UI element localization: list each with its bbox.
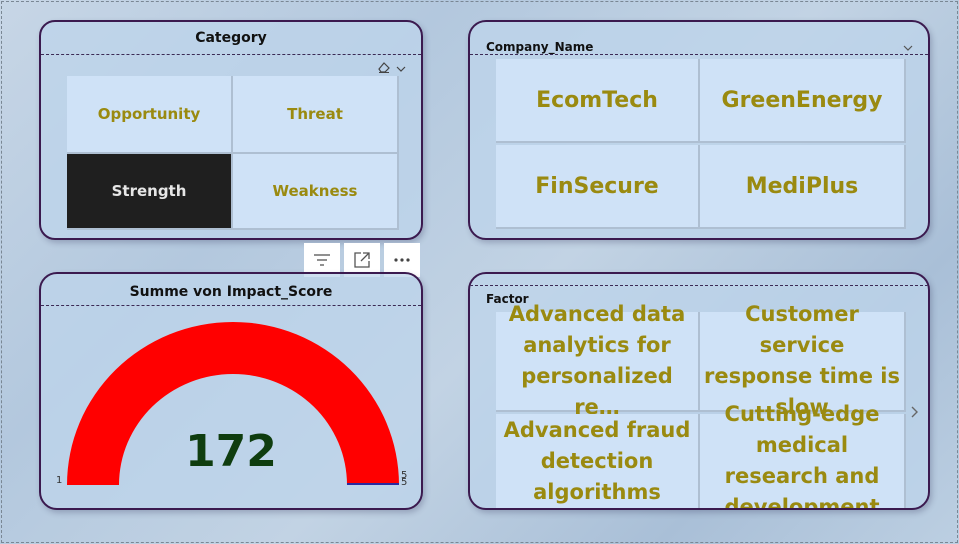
title-divider xyxy=(470,285,928,286)
category-item-opportunity[interactable]: Opportunity xyxy=(67,76,233,154)
factor-slicer: Factor Advanced data analytics for perso… xyxy=(468,272,930,510)
gauge-min-label: 1 xyxy=(56,475,63,486)
focus-mode-icon xyxy=(354,252,370,268)
eraser-icon[interactable] xyxy=(377,59,391,73)
gauge-max-label: 5 xyxy=(401,477,408,488)
company-item-label: EcomTech xyxy=(536,87,658,113)
factor-item-label: Cutting-edge medical research and develo… xyxy=(724,402,880,510)
category-item-strength[interactable]: Strength xyxy=(67,154,233,230)
category-title: Category xyxy=(195,30,267,46)
chevron-right-icon[interactable] xyxy=(908,404,920,418)
factor-item-3[interactable]: Advanced fraud detection algorithms xyxy=(496,414,700,508)
factor-item-label: Advanced fraud detection algorithms xyxy=(503,417,691,504)
impact-score-gauge: Summe von Impact_Score 172 1 5 5 xyxy=(39,272,423,510)
category-item-weakness[interactable]: Weakness xyxy=(233,154,399,230)
company-item-ecomtech[interactable]: EcomTech xyxy=(496,59,700,143)
title-divider xyxy=(41,54,421,55)
more-options-icon xyxy=(394,258,410,262)
company-item-label: FinSecure xyxy=(535,173,659,199)
company-item-mediplus[interactable]: MediPlus xyxy=(700,145,906,229)
title-divider xyxy=(470,54,928,55)
category-slicer: Category Opportunity Threat Strength Wea… xyxy=(39,20,423,240)
factor-item-2[interactable]: Customer service response time is slow xyxy=(700,302,906,419)
company-item-label: GreenEnergy xyxy=(721,87,883,113)
factor-item-label: Advanced data analytics for personalized… xyxy=(508,302,686,419)
company-item-finsecure[interactable]: FinSecure xyxy=(496,145,700,229)
gauge-value: 172 xyxy=(185,426,277,477)
chevron-down-icon[interactable] xyxy=(395,60,407,72)
factor-item-4[interactable]: Cutting-edge medical research and develo… xyxy=(700,402,906,508)
factor-item-1[interactable]: Advanced data analytics for personalized… xyxy=(496,302,700,419)
company-slicer: Company_Name EcomTech GreenEnergy FinSec… xyxy=(468,20,930,240)
category-item-label: Threat xyxy=(287,105,343,123)
company-item-label: MediPlus xyxy=(745,173,859,199)
filter-icon xyxy=(314,254,330,266)
company-title: Company_Name xyxy=(486,40,594,54)
category-item-label: Weakness xyxy=(272,182,358,200)
company-item-greenenergy[interactable]: GreenEnergy xyxy=(700,59,906,143)
category-item-threat[interactable]: Threat xyxy=(233,76,399,154)
category-item-label: Opportunity xyxy=(97,105,201,123)
category-item-label: Strength xyxy=(111,182,187,200)
chevron-down-icon[interactable] xyxy=(902,39,914,51)
